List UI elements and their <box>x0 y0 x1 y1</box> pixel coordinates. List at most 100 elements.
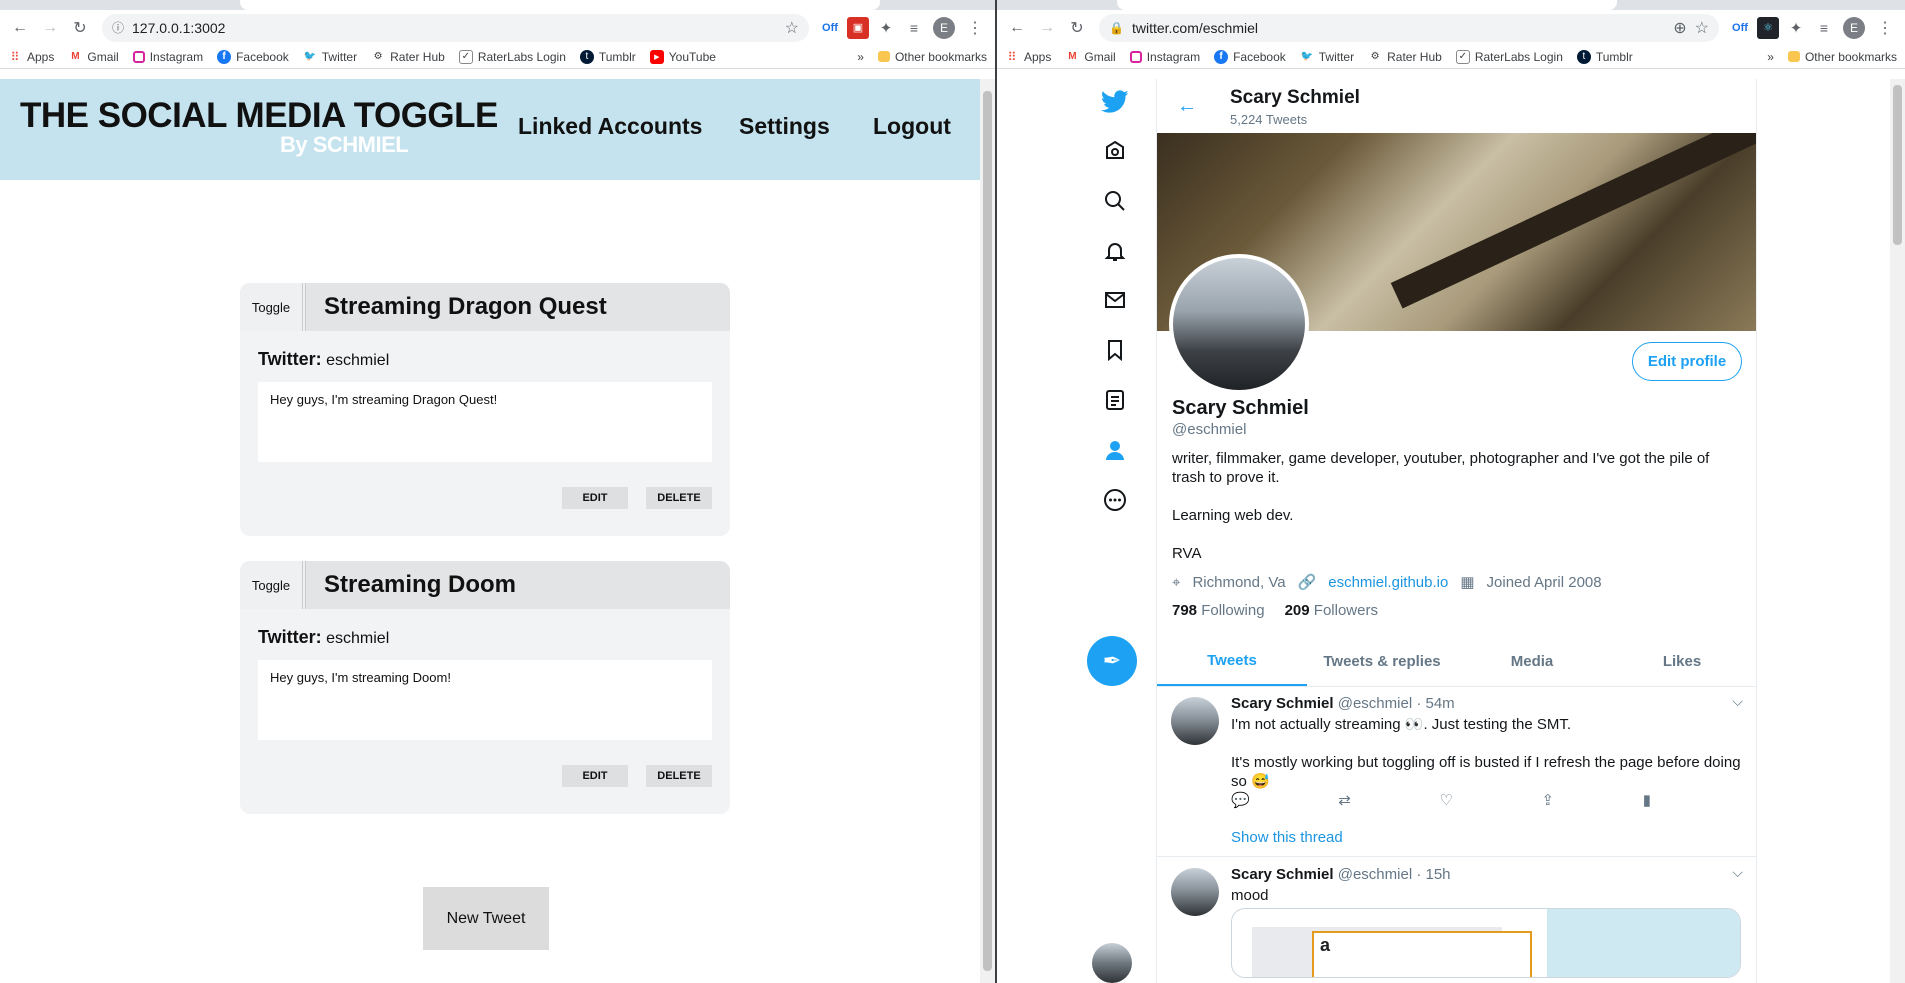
tweet-message-box[interactable]: Hey guys, I'm streaming Doom! <box>258 660 712 740</box>
tab-media[interactable]: Media <box>1457 637 1607 686</box>
bookmark-rater-hub[interactable]: ⚙ Rater Hub <box>1368 50 1442 64</box>
bookmark-twitter[interactable]: 🐦 Twitter <box>303 50 358 64</box>
media-queue-icon[interactable]: ≡ <box>903 17 925 39</box>
like-heart-icon[interactable]: ♡ <box>1439 791 1452 809</box>
delete-button[interactable]: DELETE <box>646 487 712 509</box>
back-icon[interactable]: ← <box>1003 14 1031 42</box>
chevron-down-icon[interactable]: ⌵ <box>1732 693 1743 710</box>
tab-tweets[interactable]: Tweets <box>1157 637 1307 686</box>
lock-icon[interactable]: 🔒 <box>1109 21 1124 35</box>
messages-mail-icon[interactable] <box>1100 285 1130 315</box>
address-bar[interactable]: ⓘ 127.0.0.1:3002 ☆ <box>102 13 809 42</box>
tweet-media[interactable]: a <box>1231 908 1741 978</box>
ext-off-icon[interactable]: Off <box>1729 17 1751 39</box>
bookmark-raterlabs[interactable]: ✓ RaterLabs Login <box>458 49 566 64</box>
extensions-puzzle-icon[interactable]: ✦ <box>875 17 897 39</box>
reload-icon[interactable]: ↻ <box>1063 14 1091 42</box>
app-logo[interactable]: THE SOCIAL MEDIA TOGGLE <box>20 96 498 136</box>
add-icon[interactable]: ⊕ <box>1673 18 1686 38</box>
show-thread-link[interactable]: Show this thread <box>1231 829 1343 846</box>
toggle-button[interactable]: Toggle <box>240 561 306 609</box>
nav-logout[interactable]: Logout <box>873 113 951 140</box>
bookmark-gmail[interactable]: M Gmail <box>1065 50 1116 64</box>
scrollbar-thumb[interactable] <box>1893 85 1902 245</box>
bookmark-instagram[interactable]: Instagram <box>132 50 203 64</box>
profile-avatar[interactable]: E <box>933 16 955 39</box>
chevron-down-icon[interactable]: ⌵ <box>1732 864 1743 881</box>
bookmark-twitter[interactable]: 🐦 Twitter <box>1300 50 1355 64</box>
bookmark-facebook[interactable]: f Facebook <box>1214 49 1286 64</box>
tweet-message-box[interactable]: Hey guys, I'm streaming Dragon Quest! <box>258 382 712 462</box>
tweet-avatar[interactable] <box>1171 697 1219 745</box>
new-tweet-button[interactable]: New Tweet <box>423 887 549 950</box>
active-tab[interactable] <box>240 0 880 10</box>
bookmark-youtube[interactable]: ▶ YouTube <box>649 49 716 64</box>
bookmarks-overflow-icon[interactable]: » <box>857 50 864 64</box>
bookmark-tumblr[interactable]: t Tumblr <box>579 49 636 64</box>
back-icon[interactable]: ← <box>6 14 34 42</box>
explore-hash-icon[interactable] <box>1100 136 1130 166</box>
tweet-author[interactable]: Scary Schmiel <box>1231 866 1334 883</box>
bookmarks-icon[interactable] <box>1100 335 1130 365</box>
extensions-puzzle-icon[interactable]: ✦ <box>1785 17 1807 39</box>
page-scrollbar[interactable] <box>1890 79 1905 983</box>
tweet[interactable]: Scary Schmiel @eschmiel · 15h ⌵ mood a <box>1157 858 1757 983</box>
edit-button[interactable]: EDIT <box>562 765 628 787</box>
retweet-icon[interactable]: ⇄ <box>1338 791 1351 809</box>
bookmark-gmail[interactable]: M Gmail <box>68 50 119 64</box>
tweet-avatar[interactable] <box>1171 868 1219 916</box>
bookmark-instagram[interactable]: Instagram <box>1129 50 1200 64</box>
bookmark-star-icon[interactable]: ☆ <box>785 18 799 38</box>
more-circle-icon[interactable] <box>1100 485 1130 515</box>
following-link[interactable]: 798 Following <box>1172 602 1265 619</box>
profile-avatar[interactable]: E <box>1843 16 1865 39</box>
profile-avatar-image[interactable] <box>1169 254 1309 394</box>
tweet-author[interactable]: Scary Schmiel <box>1231 695 1334 712</box>
bookmark-apps[interactable]: ⠿ Apps <box>8 50 55 64</box>
reload-icon[interactable]: ↻ <box>66 14 94 42</box>
nav-settings[interactable]: Settings <box>739 113 830 140</box>
ext-react-icon[interactable]: ⚛ <box>1757 16 1779 39</box>
bookmark-facebook[interactable]: f Facebook <box>217 49 289 64</box>
active-tab[interactable] <box>1117 0 1617 10</box>
bookmark-raterlabs[interactable]: ✓ RaterLabs Login <box>1455 49 1563 64</box>
toggle-button[interactable]: Toggle <box>240 283 306 331</box>
ext-red-icon[interactable]: ▣ <box>847 16 869 39</box>
other-bookmarks[interactable]: Other bookmarks <box>877 50 987 64</box>
account-avatar[interactable] <box>1092 943 1132 983</box>
address-bar[interactable]: 🔒 twitter.com/eschmiel ⊕ ☆ <box>1099 13 1719 42</box>
followers-link[interactable]: 209 Followers <box>1285 602 1378 619</box>
other-bookmarks[interactable]: Other bookmarks <box>1787 50 1897 64</box>
bookmark-apps[interactable]: ⠿ Apps <box>1005 50 1052 64</box>
forward-icon[interactable]: → <box>1033 14 1061 42</box>
delete-button[interactable]: DELETE <box>646 765 712 787</box>
tab-likes[interactable]: Likes <box>1607 637 1757 686</box>
compose-tweet-button[interactable]: ✒ <box>1087 636 1137 686</box>
scrollbar-thumb[interactable] <box>983 91 992 971</box>
nav-linked-accounts[interactable]: Linked Accounts <box>518 113 702 140</box>
search-icon[interactable] <box>1100 186 1130 216</box>
menu-dots-icon[interactable]: ⋮ <box>961 14 989 42</box>
back-arrow-icon[interactable]: ← <box>1177 95 1197 118</box>
edit-profile-button[interactable]: Edit profile <box>1632 342 1742 381</box>
twitter-logo-icon[interactable] <box>1100 87 1130 117</box>
tab-tweets-replies[interactable]: Tweets & replies <box>1307 637 1457 686</box>
share-icon[interactable]: ⇪ <box>1542 791 1555 809</box>
tweet-time[interactable]: · 54m <box>1416 695 1454 712</box>
forward-icon[interactable]: → <box>36 14 64 42</box>
analytics-icon[interactable]: ▮ <box>1643 791 1651 809</box>
reply-icon[interactable]: 💬 <box>1231 791 1250 809</box>
media-queue-icon[interactable]: ≡ <box>1813 17 1835 39</box>
lists-icon[interactable] <box>1100 385 1130 415</box>
website-link[interactable]: eschmiel.github.io <box>1328 574 1448 591</box>
info-icon[interactable]: ⓘ <box>112 19 124 36</box>
bookmark-tumblr[interactable]: t Tumblr <box>1576 49 1633 64</box>
menu-dots-icon[interactable]: ⋮ <box>1871 14 1899 42</box>
tweet-time[interactable]: · 15h <box>1416 866 1450 883</box>
bookmark-rater-hub[interactable]: ⚙ Rater Hub <box>371 50 445 64</box>
bookmark-star-icon[interactable]: ☆ <box>1695 18 1709 38</box>
page-scrollbar[interactable] <box>980 79 995 983</box>
profile-person-icon[interactable] <box>1100 435 1130 465</box>
edit-button[interactable]: EDIT <box>562 487 628 509</box>
tweet[interactable]: Scary Schmiel @eschmiel · 54m ⌵ I'm not … <box>1157 687 1757 857</box>
